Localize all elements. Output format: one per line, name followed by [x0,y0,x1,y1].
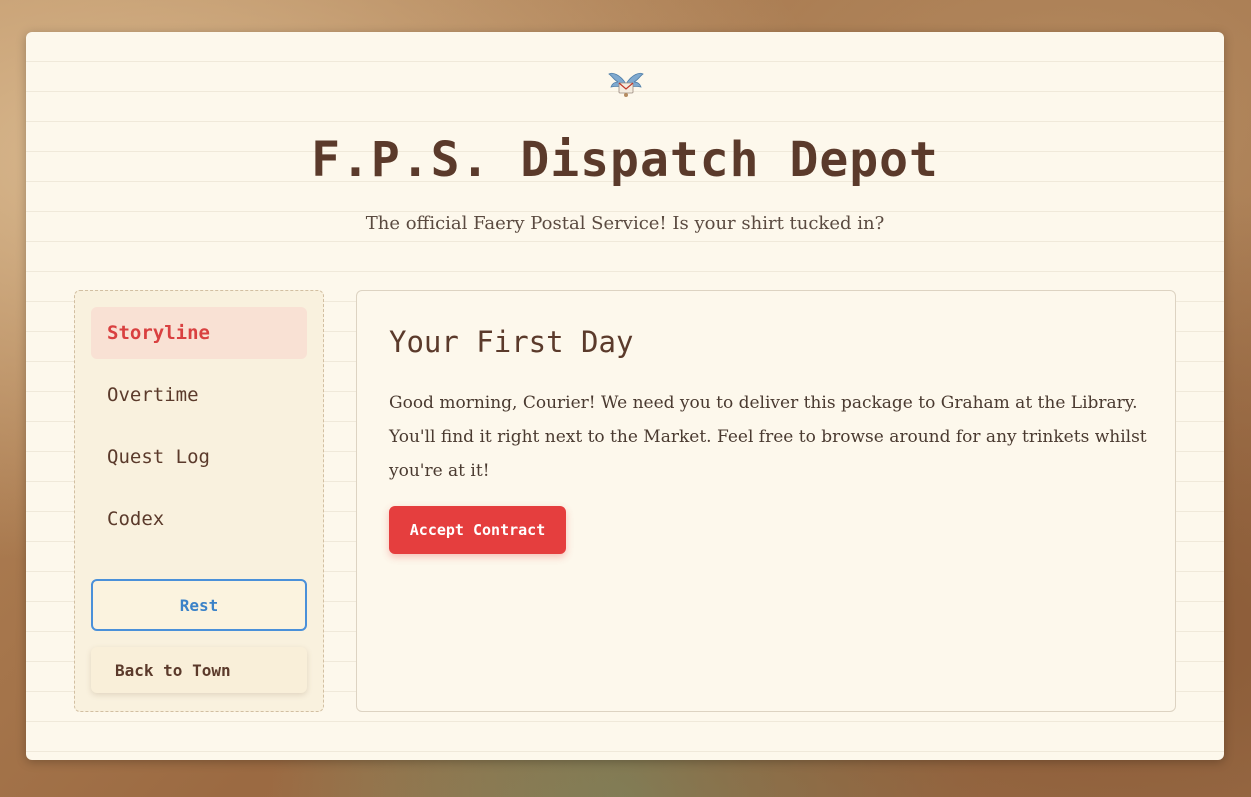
page-title: F.P.S. Dispatch Depot [311,132,939,188]
back-to-town-button[interactable]: Back to Town [91,647,307,693]
quest-title: Your First Day [389,325,634,359]
quest-description: Good morning, Courier! We need you to de… [389,393,1147,481]
sidebar-item-overtime[interactable]: Overtime [91,369,307,421]
sidebar-item-storyline[interactable]: Storyline [91,307,307,359]
dispatch-panel: F.P.S. Dispatch Depot The official Faery… [26,32,1224,760]
rest-button[interactable]: Rest [91,579,307,631]
sidebar-item-codex[interactable]: Codex [91,493,307,545]
quest-content-card: Your First Day Good morning, Courier! We… [356,290,1176,712]
sidebar: Storyline Overtime Quest Log Codex Rest … [74,290,324,712]
sidebar-item-quest-log[interactable]: Quest Log [91,431,307,483]
accept-contract-button[interactable]: Accept Contract [389,506,566,554]
winged-envelope-icon [608,72,644,97]
page-subtitle: The official Faery Postal Service! Is yo… [365,213,885,234]
